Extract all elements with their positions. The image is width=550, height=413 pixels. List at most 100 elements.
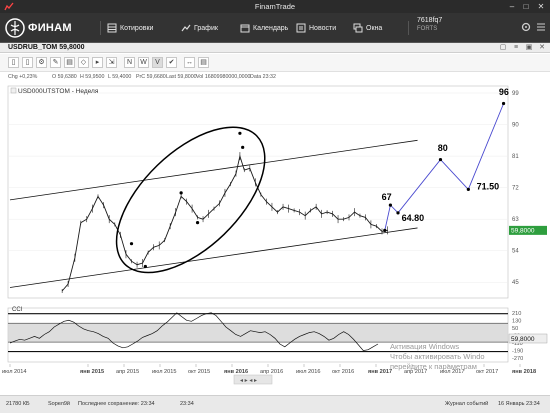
status-date: 16 Январь 23:34 [498,401,540,407]
x-tick-label: апр 2016 [260,369,283,375]
calendar-icon [240,24,250,33]
maximize-button[interactable]: □ [519,0,533,13]
swing-point [143,264,147,269]
forecast-point [383,228,387,232]
y-tick-label: 63 [512,217,519,223]
cci-y-tick-label: 50 [512,326,518,332]
shapes-icon[interactable]: ◇ [78,57,89,68]
nav-quotes[interactable]: Котировки [107,18,153,38]
windows-activation-line2: Чтобы активировать Windo [390,352,485,361]
nav-calendar-label: Календарь [253,24,289,32]
nav-calendar[interactable]: Календарь [240,18,288,38]
menu-icon[interactable] [535,21,547,33]
forecast-point [388,203,392,207]
minimize-button[interactable]: – [505,0,519,13]
forecast-annotation: 67 [382,192,392,202]
status-journal-link[interactable]: Журнал событий [445,401,488,407]
cci-last-badge: 59,8000 [508,333,548,344]
nav-chart-label: График [194,24,218,32]
account-id: 7618fq7 [417,17,443,24]
cci-title: CCI [12,307,23,313]
chart-toolbar: ▯ ▯ ⚙ ✎ ▤ ◇ ▸ ⇲ N W V ✔ ↔ ▤ [0,54,550,72]
logo-text: ФИНАМ [28,22,72,34]
nav-quotes-label: Котировки [120,24,154,32]
info-last: Last 59,8000 [166,74,197,80]
chart-title-icon [10,87,17,94]
x-tick-label: окт 2017 [476,369,498,375]
new-doc-icon[interactable]: ▯ [8,57,19,68]
chart-title: USD000UTSTOM - Неделя [18,88,99,95]
chart-panel-header: USDRUB_TOM 59,8000 ▢ ≡ ▣ ✕ [0,43,550,53]
status-server: Sорел9й [48,401,71,407]
windows-activation-line3: перейдите к параметрам [390,362,477,371]
check-icon[interactable]: ✔ [166,57,177,68]
main-toolbar: ФИНАМ Котировки График Календарь Новости… [0,13,550,43]
nav-windows-label: Окна [366,24,383,32]
fit-icon[interactable]: ↔ [184,57,195,68]
forecast-point [466,187,470,191]
cci-last-label: 59,8000 [511,336,535,343]
info-prev-close: PrC 59,6680 [136,74,166,80]
pencil-icon[interactable]: ✎ [50,57,61,68]
panel-close-button[interactable]: ✕ [537,43,547,53]
cci-y-tick-label: -190 [512,349,523,355]
y-tick-label: 45 [512,280,519,286]
finam-logo: ФИНАМ [5,18,72,38]
info-high: H 59,9500 [80,74,105,80]
y-tick-label: 90 [512,123,519,129]
last-price-badge: 59,8000 [509,225,547,235]
news-icon [296,23,306,33]
panel-pin-button[interactable]: ▣ [524,43,534,53]
info-chg: Chg +0,23% [8,74,38,80]
x-tick-label: июл 2016 [296,369,320,375]
cci-neutral-band [8,323,508,343]
x-tick-label: окт 2016 [332,369,354,375]
chart-background [0,83,550,395]
indicators-icon[interactable]: ▤ [64,57,75,68]
x-tick-label: окт 2015 [188,369,210,375]
grid-icon[interactable]: ▤ [198,57,209,68]
status-clock: 23:34 [180,401,194,407]
quote-info-row: Chg +0,23% O 59,6380 H 59,9500 L 59,4000… [0,72,550,83]
status-saved: Последнее сохранение: 23:34 [78,401,155,407]
y-tick-label: 72 [512,186,519,192]
account-box[interactable]: 7618fq7 FORTS [417,17,442,33]
settings-icon[interactable]: ⚙ [36,57,47,68]
nav-news-label: Новости [309,24,337,32]
close-button[interactable]: ✕ [532,0,550,13]
quotes-icon [107,23,117,33]
y-tick-label: 99 [512,91,519,97]
info-open: O 59,6380 [52,74,77,80]
export-icon[interactable]: ⇲ [106,57,117,68]
nav-news[interactable]: Новости [296,18,336,38]
y-tick-label: 81 [512,154,519,160]
forecast-point [438,157,443,162]
forecast-point [501,101,506,106]
n-wave-icon[interactable]: N [124,57,135,68]
window-title: FinamTrade [254,2,296,11]
windows-activation-line1: Активация Windows [390,342,459,351]
play-icon[interactable]: ▸ [92,57,103,68]
nav-chart[interactable]: График [181,18,218,38]
swing-point [195,221,200,225]
panel-menu-button[interactable]: ≡ [511,43,521,53]
v-wave-icon[interactable]: V [152,57,163,68]
cci-y-tick-label: 210 [512,311,521,317]
info-low: L 59,4000 [108,74,132,80]
copy-icon[interactable]: ▯ [22,57,33,68]
scroll-arrows[interactable]: ◂ ▸ ◂ ▸ [240,378,257,384]
swing-point [129,242,134,246]
nav-windows[interactable]: Окна [353,18,382,38]
settings-icon[interactable] [520,21,532,33]
w-wave-icon[interactable]: W [138,57,149,68]
status-memory: 21780 КБ [6,401,30,407]
panel-restore-button[interactable]: ▢ [498,43,508,53]
swing-point [179,191,183,195]
forecast-annotation: 64.80 [402,213,425,223]
cci-y-tick-label: -270 [512,356,523,362]
price-chart[interactable]: USD000UTSTOM - Неделя 45 54 63 72 81 90 99 67 6… [0,83,550,395]
swing-point [238,131,242,135]
status-bar: 21780 КБ Sорел9й Последнее сохранение: 2… [0,395,550,413]
finam-logo-icon [5,18,25,38]
panel-symbol-title: USDRUB_TOM 59,8000 [8,44,85,51]
